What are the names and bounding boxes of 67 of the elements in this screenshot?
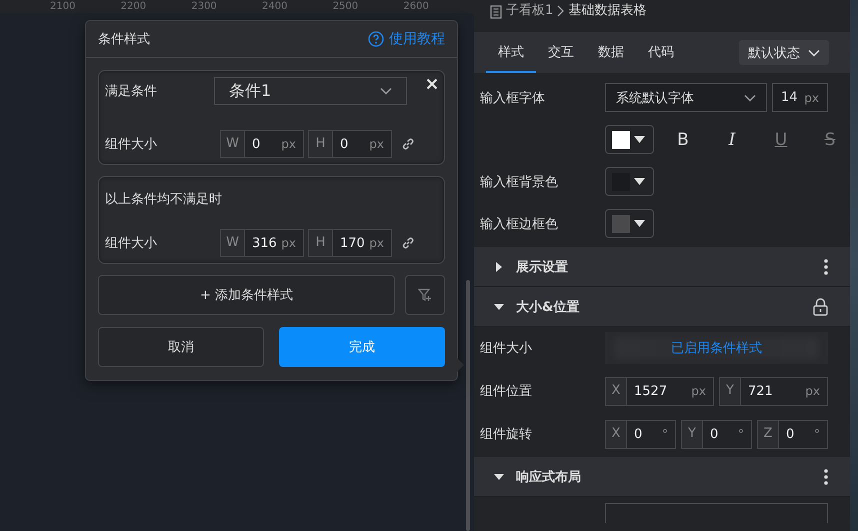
number-field[interactable]: X 0 ° (605, 420, 676, 449)
condition-label: 满足条件 (105, 83, 157, 100)
ruler-label: 2400 (262, 0, 288, 13)
number-field[interactable]: H 0 px (308, 130, 392, 158)
document-icon (490, 5, 502, 19)
help-icon (368, 31, 384, 47)
ruler-label: 2300 (191, 0, 218, 13)
more-icon (824, 258, 828, 275)
caret-icon (808, 48, 820, 57)
number-field[interactable]: H 170 px (308, 229, 392, 257)
condition-select[interactable]: 条件1 (214, 77, 407, 105)
fallback-title: 以上条件均不满足时 (105, 191, 223, 208)
number-field[interactable]: Y 721 px (719, 376, 828, 406)
caret-icon (744, 94, 756, 102)
section-header[interactable]: 响应式布局 (474, 457, 850, 497)
number-field[interactable]: W 316 px (220, 229, 304, 257)
ruler-label: 2500 (332, 0, 360, 13)
tab[interactable]: 代码 (636, 32, 686, 74)
dropdown-triangle-icon (634, 220, 645, 228)
ruler-label: 2100 (50, 0, 76, 13)
link-icon (401, 236, 415, 250)
scrollbar[interactable] (466, 280, 470, 531)
add-condition-button[interactable]: + 添加条件样式 (98, 275, 395, 315)
number-field[interactable]: Z 0 ° (757, 420, 828, 449)
field-label: 组件大小 (480, 340, 533, 358)
field-label: 输入框背景色 (480, 174, 559, 191)
cancel-button[interactable]: 取消 (98, 327, 264, 367)
color-picker[interactable] (605, 209, 654, 238)
font-select[interactable]: 系统默认字体 (605, 83, 767, 112)
size-label: 组件大小 (105, 136, 157, 153)
number-field[interactable]: W 0 px (220, 130, 304, 158)
section-header[interactable]: 大小&位置 (474, 287, 850, 328)
section-header[interactable]: 展示设置 (474, 247, 850, 288)
font-size-field[interactable]: 14 px (772, 83, 828, 112)
field-label: 输入框字体 (480, 90, 546, 107)
dropdown-triangle-icon (634, 178, 645, 186)
ruler-label: 2600 (403, 0, 430, 13)
field-label: 组件位置 (480, 383, 533, 400)
dialog-title: 条件样式 (98, 31, 150, 48)
more-icon (824, 468, 828, 485)
tab[interactable]: 交互 (536, 32, 586, 74)
state-dropdown[interactable]: 默认状态 (739, 40, 829, 66)
field-label: 组件旋转 (480, 426, 533, 444)
ruler-label: 2200 (120, 0, 148, 13)
breadcrumb-item[interactable]: 子看板1 (506, 3, 554, 19)
caret-icon (380, 87, 392, 95)
filter-plus-icon (418, 288, 432, 302)
filter-add-button[interactable] (405, 275, 445, 315)
condition-style-notice: 已启用条件样式 (671, 340, 762, 358)
tab[interactable]: 样式 (486, 32, 536, 74)
tab[interactable]: 数据 (586, 32, 636, 74)
field-label: 输入框边框色 (480, 216, 559, 233)
dropdown-triangle-icon (634, 136, 645, 144)
number-field[interactable]: X 1527 px (605, 376, 714, 406)
size-label: 组件大小 (105, 235, 157, 252)
chevron-right-icon (557, 5, 564, 17)
link-icon (401, 137, 415, 151)
close-icon (426, 78, 438, 90)
help-link[interactable]: 使用教程 (368, 30, 445, 48)
color-picker[interactable] (605, 167, 654, 196)
bold-button[interactable]: B (663, 130, 703, 150)
number-field[interactable]: Y 0 ° (681, 420, 752, 449)
lock-icon (813, 298, 828, 316)
breadcrumb-item[interactable]: 基础数据表格 (568, 3, 646, 19)
select-field[interactable] (605, 502, 828, 523)
italic-button[interactable]: I (712, 130, 752, 150)
color-picker[interactable] (605, 125, 654, 154)
